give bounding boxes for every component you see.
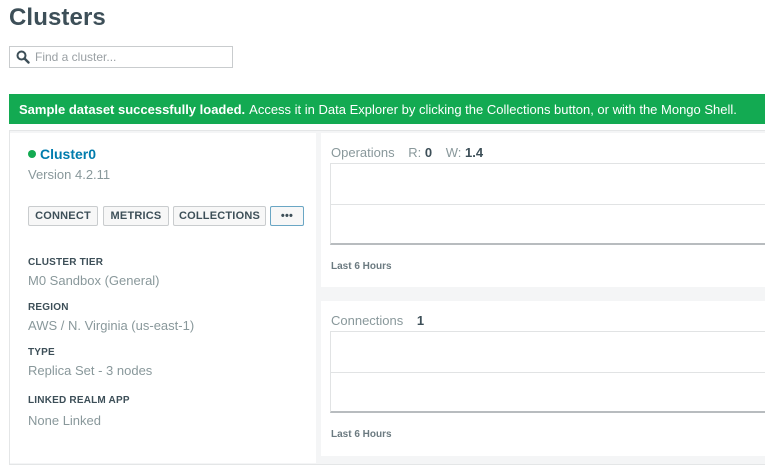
region-value: AWS / N. Virginia (us-east-1)	[28, 318, 195, 333]
success-banner: Sample dataset successfully loaded. Acce…	[9, 94, 765, 124]
connections-time-range: Last 6 Hours	[331, 429, 392, 440]
status-dot-icon	[28, 150, 36, 158]
linked-realm-app-value: None Linked	[28, 413, 101, 428]
search-input[interactable]	[35, 50, 225, 64]
type-label: TYPE	[28, 347, 55, 358]
operations-title: Operations	[331, 145, 395, 160]
operations-plot-area	[330, 163, 765, 245]
operations-time-range: Last 6 Hours	[331, 261, 392, 272]
operations-chart-title: Operations R: 0 W: 1.4	[331, 145, 483, 160]
connections-value: 1	[416, 313, 425, 328]
connections-plot-area	[330, 331, 765, 413]
cluster-version: Version 4.2.11	[28, 167, 111, 182]
read-ops-value: 0	[424, 145, 433, 160]
connect-button[interactable]: CONNECT	[28, 206, 98, 226]
cluster-tier-value: M0 Sandbox (General)	[28, 273, 160, 288]
collections-button[interactable]: COLLECTIONS	[173, 206, 266, 226]
gridline	[331, 204, 765, 205]
cluster-tier-label: CLUSTER TIER	[28, 257, 104, 268]
operations-chart[interactable]: Operations R: 0 W: 1.4 Last 6 Hours	[321, 133, 765, 287]
more-options-button[interactable]: •••	[270, 206, 304, 226]
gridline	[331, 372, 765, 373]
write-ops-label: W:	[445, 145, 462, 160]
connections-title: Connections	[331, 313, 404, 328]
region-label: REGION	[28, 302, 69, 313]
banner-bold-text: Sample dataset successfully loaded.	[19, 101, 246, 117]
write-ops-value: 1.4	[464, 145, 484, 160]
cluster-name-link[interactable]: Cluster0	[28, 146, 96, 162]
read-ops-label: R:	[408, 145, 422, 160]
metrics-button[interactable]: METRICS	[103, 206, 169, 226]
type-value: Replica Set - 3 nodes	[28, 363, 153, 378]
connections-chart[interactable]: Connections 1 Last 6 Hours	[321, 301, 765, 456]
connections-chart-title: Connections 1	[331, 313, 424, 328]
cluster-name[interactable]: Cluster0	[40, 146, 96, 162]
cluster-search[interactable]	[9, 46, 233, 68]
search-icon	[16, 50, 30, 64]
linked-realm-app-label: LINKED REALM APP	[28, 395, 130, 406]
banner-text: Access it in Data Explorer by clicking t…	[249, 101, 737, 117]
page-title: Clusters	[9, 4, 106, 31]
